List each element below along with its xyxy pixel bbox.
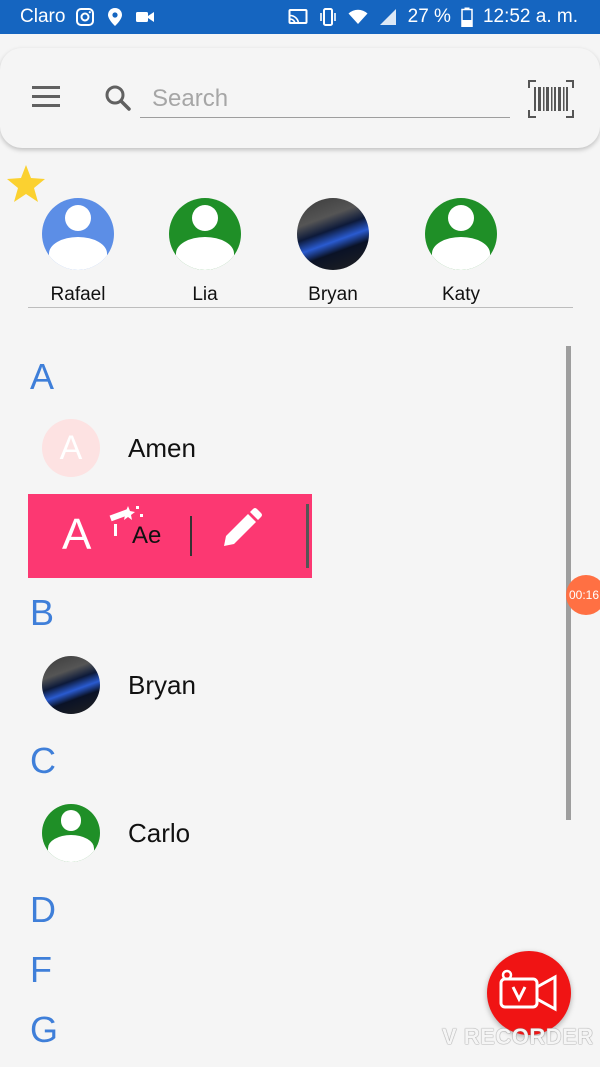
letter-avatar: A [42,419,100,477]
edit-avatar-letter: A [62,510,92,559]
contact-amen[interactable]: A Amen [0,408,560,488]
location-icon [105,7,125,27]
section-header-b: B [30,592,55,633]
carrier-label: Claro [20,6,66,27]
wifi-icon [348,7,368,27]
contact-name: Amen [128,433,196,463]
battery-percentage: 27 % [407,6,451,27]
status-bar: Claro 27 % 12:52 a. m. [0,0,600,34]
contact-edit-row[interactable]: A [28,494,312,578]
section-header-a: A [30,356,55,397]
favorite-lia[interactable]: Lia [160,198,250,306]
avatar [297,198,369,270]
favorite-name: Bryan [308,284,358,305]
section-header-g: G [30,1009,59,1050]
pencil-icon[interactable] [218,506,264,552]
search-icon[interactable] [104,84,132,112]
menu-icon[interactable] [32,86,60,108]
video-camera-icon [135,7,155,27]
favorite-bryan[interactable]: Bryan [288,198,378,306]
battery-icon [461,7,473,27]
avatar [42,656,100,714]
video-recorder-icon [499,969,557,1012]
favorite-katy[interactable]: Katy [416,198,506,306]
contact-name-edit-field[interactable] [132,516,192,556]
favorite-name: Katy [441,284,481,305]
section-header-d: D [30,889,56,930]
clock: 12:52 a. m. [482,6,578,27]
signal-icon [378,7,398,27]
search-input[interactable] [140,80,510,118]
barcode-scanner-icon[interactable] [528,80,574,118]
recording-timer-bubble[interactable]: 00:16 [566,575,600,615]
contact-carlo[interactable]: Carlo [0,793,560,873]
contact-name: Carlo [128,818,191,848]
instagram-icon [75,7,95,27]
favorite-rafael[interactable]: Rafael [33,198,123,306]
cast-icon [288,7,308,27]
avatar [42,198,114,270]
contact-name: Bryan [128,670,196,700]
edit-row-divider [306,504,309,568]
avatar [169,198,241,270]
favorite-name: Lia [192,284,218,305]
divider [28,307,573,308]
section-header-f: F [30,949,52,990]
favorite-name: Rafael [50,284,106,305]
screen-recorder-button[interactable] [487,951,571,1035]
avatar [42,804,100,862]
recorder-watermark: V RECORDER [442,1024,594,1049]
contact-bryan[interactable]: Bryan [0,645,560,725]
section-header-c: C [30,740,56,781]
vibrate-icon [318,7,338,27]
avatar [425,198,497,270]
